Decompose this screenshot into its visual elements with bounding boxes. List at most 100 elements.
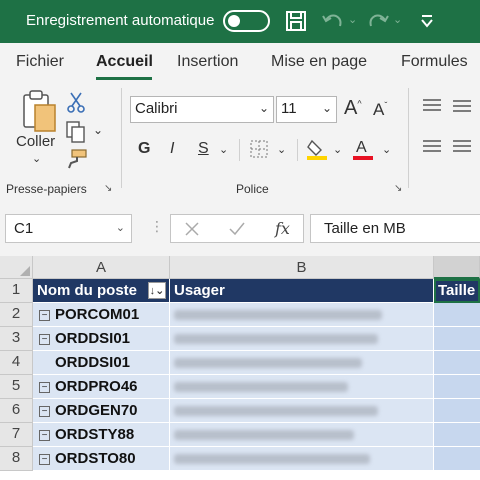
undo-dropdown-icon[interactable]: ⌄ [348, 13, 357, 39]
cancel-icon[interactable] [185, 222, 199, 236]
format-painter-icon[interactable] [66, 148, 88, 170]
font-launcher-icon[interactable]: ↘ [394, 183, 402, 194]
row-header[interactable]: 8 [0, 447, 33, 471]
cell-taille[interactable] [434, 447, 480, 471]
tab-formules[interactable]: Formules [401, 53, 468, 71]
font-color-icon[interactable]: A [352, 137, 374, 161]
header-label: Taille [438, 282, 476, 299]
cell-nom-du-poste[interactable]: − ORDGEN70 [33, 399, 170, 423]
customize-qat-icon[interactable] [418, 8, 436, 34]
font-name-combo[interactable]: Calibri ⌄ [130, 96, 274, 123]
save-icon[interactable] [284, 8, 308, 34]
cell-usager-redacted[interactable] [170, 351, 434, 375]
grow-font-button[interactable]: A^ [344, 97, 362, 120]
paste-label[interactable]: Coller [16, 133, 55, 150]
font-color-dropdown-icon[interactable]: ⌄ [382, 143, 391, 156]
header-cell-taille[interactable]: Taille [434, 279, 480, 303]
cut-icon[interactable] [66, 91, 86, 113]
redo-dropdown-icon[interactable]: ⌄ [393, 13, 402, 39]
svg-text:A: A [356, 139, 367, 156]
header-label: Usager [174, 282, 225, 299]
cell-taille[interactable] [434, 327, 480, 351]
cell-usager-redacted[interactable] [170, 423, 434, 447]
copy-dropdown-icon[interactable]: ⌄ [93, 123, 103, 137]
chevron-down-icon[interactable]: ⌄ [116, 221, 125, 234]
redo-icon[interactable] [365, 8, 391, 34]
collapse-icon[interactable]: − [39, 406, 50, 417]
row-header[interactable]: 1 [0, 279, 33, 303]
cell-taille[interactable] [434, 375, 480, 399]
collapse-icon[interactable]: − [39, 382, 50, 393]
cell-nom-du-poste[interactable]: ORDDSI01 [33, 351, 170, 375]
chevron-down-icon[interactable]: ⌄ [259, 101, 269, 115]
cell-usager-redacted[interactable] [170, 327, 434, 351]
cell-usager-redacted[interactable] [170, 447, 434, 471]
cell-nom-du-poste[interactable]: − PORCOM01 [33, 303, 170, 327]
cell-usager-redacted[interactable] [170, 303, 434, 327]
row-header[interactable]: 4 [0, 351, 33, 375]
align-center-icon[interactable] [452, 138, 472, 156]
row-header[interactable]: 5 [0, 375, 33, 399]
select-all-corner[interactable] [0, 256, 33, 279]
sort-filter-icon[interactable]: ↓⌄ [148, 282, 166, 299]
cell-taille[interactable] [434, 351, 480, 375]
borders-icon[interactable] [249, 139, 269, 159]
underline-button[interactable]: S [198, 140, 209, 158]
undo-icon[interactable] [320, 8, 346, 34]
row-header[interactable]: 7 [0, 423, 33, 447]
autosave-toggle[interactable] [223, 10, 270, 32]
row-header[interactable]: 2 [0, 303, 33, 327]
collapse-icon[interactable]: − [39, 430, 50, 441]
borders-dropdown-icon[interactable]: ⌄ [277, 143, 286, 156]
column-header-b[interactable]: B [170, 256, 434, 279]
formula-input[interactable]: Taille en MB [310, 214, 480, 243]
title-bar: Enregistrement automatique ⌄ ⌄ [0, 0, 480, 43]
bold-button[interactable]: G [138, 140, 150, 158]
header-cell-nom-du-poste[interactable]: Nom du poste ↓⌄ [33, 279, 170, 303]
collapse-icon[interactable]: − [39, 310, 50, 321]
row-header[interactable]: 3 [0, 327, 33, 351]
worksheet-grid[interactable]: A B 1 Nom du poste ↓⌄ Usager Taille 2− PORCOM0… [0, 256, 480, 480]
shrink-font-button[interactable]: Aˇ [373, 100, 387, 120]
cell-usager-redacted[interactable] [170, 375, 434, 399]
chevron-down-icon[interactable]: ⌄ [322, 101, 332, 115]
enter-icon[interactable] [229, 222, 245, 236]
poste-value: ORDGEN70 [55, 402, 138, 419]
cell-nom-du-poste[interactable]: − ORDDSI01 [33, 327, 170, 351]
collapse-icon[interactable]: − [39, 334, 50, 345]
cell-nom-du-poste[interactable]: − ORDSTO80 [33, 447, 170, 471]
group-separator [408, 88, 409, 188]
cell-usager-redacted[interactable] [170, 399, 434, 423]
row-header[interactable]: 6 [0, 399, 33, 423]
tab-insertion[interactable]: Insertion [177, 53, 238, 71]
paste-icon[interactable] [20, 89, 58, 133]
fill-color-dropdown-icon[interactable]: ⌄ [333, 143, 342, 156]
clipboard-group-label: Presse-papiers [6, 182, 87, 196]
align-middle-icon[interactable] [452, 97, 472, 115]
tab-mise-en-page[interactable]: Mise en page [271, 53, 367, 71]
align-top-icon[interactable] [422, 97, 442, 115]
clipboard-launcher-icon[interactable]: ↘ [104, 183, 112, 194]
header-label: Nom du poste [37, 282, 137, 299]
column-header-a[interactable]: A [33, 256, 170, 279]
cell-nom-du-poste[interactable]: − ORDSTY88 [33, 423, 170, 447]
align-left-icon[interactable] [422, 138, 442, 156]
italic-button[interactable]: I [170, 140, 174, 158]
collapse-icon[interactable]: − [39, 454, 50, 465]
fill-color-icon[interactable] [306, 137, 328, 161]
column-header-c[interactable] [434, 256, 480, 279]
font-size-combo[interactable]: 11 ⌄ [276, 96, 337, 123]
cell-taille[interactable] [434, 399, 480, 423]
insert-function-icon[interactable]: fx [275, 219, 290, 238]
name-box[interactable]: C1 ⌄ [5, 214, 132, 243]
cell-taille[interactable] [434, 423, 480, 447]
cell-taille[interactable] [434, 303, 480, 327]
copy-icon[interactable] [65, 120, 89, 144]
paste-dropdown-icon[interactable]: ⌄ [32, 152, 41, 165]
tab-accueil[interactable]: Accueil [96, 53, 153, 71]
cell-nom-du-poste[interactable]: − ORDPRO46 [33, 375, 170, 399]
header-cell-usager[interactable]: Usager [170, 279, 434, 303]
tab-fichier[interactable]: Fichier [16, 53, 64, 71]
underline-dropdown-icon[interactable]: ⌄ [219, 143, 228, 156]
ribbon: Coller ⌄ ⌄ Presse-papiers ↘ Calibri ⌄ 11… [0, 83, 480, 200]
